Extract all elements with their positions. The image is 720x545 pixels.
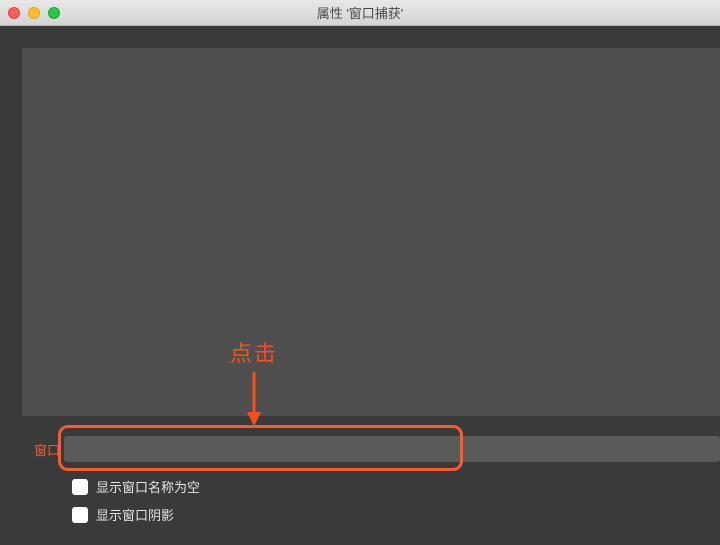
window-title: 属性 '窗口捕获'	[0, 3, 720, 22]
checkbox-icon[interactable]	[72, 507, 88, 523]
window-select-row: 窗口	[22, 431, 720, 467]
window-titlebar: 属性 '窗口捕获'	[0, 0, 720, 26]
checkbox-row-empty-name[interactable]: 显示窗口名称为空	[72, 477, 200, 496]
traffic-lights	[8, 7, 60, 19]
window-select[interactable]	[64, 436, 720, 462]
checkbox-icon[interactable]	[72, 479, 88, 495]
preview-panel	[22, 48, 720, 416]
content-area: 点击 窗口 显示窗口名称为空 显示窗口阴影	[0, 26, 720, 545]
checkbox-label-shadow: 显示窗口阴影	[96, 505, 174, 524]
checkbox-row-shadow[interactable]: 显示窗口阴影	[72, 505, 174, 524]
close-icon[interactable]	[8, 7, 20, 19]
maximize-icon[interactable]	[48, 7, 60, 19]
checkbox-label-empty-name: 显示窗口名称为空	[96, 477, 200, 496]
window-label: 窗口	[22, 440, 64, 459]
minimize-icon[interactable]	[28, 7, 40, 19]
